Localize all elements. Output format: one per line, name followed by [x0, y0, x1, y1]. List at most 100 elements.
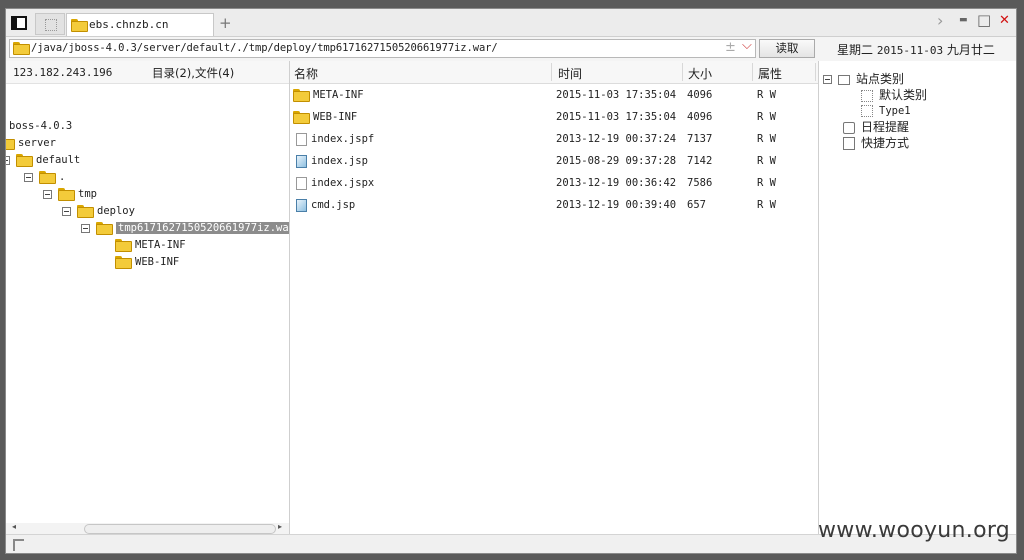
default-category-label: 默认类别	[879, 88, 928, 102]
column-header-name[interactable]: 名称	[294, 65, 318, 82]
type1-label: Type1	[879, 105, 911, 117]
add-tab-button[interactable]: +	[219, 14, 232, 32]
file-row[interactable]: index.jspf 2013-12-19 00:37:24 7137 R W	[290, 129, 818, 149]
tree-label: boss-4.0.3	[9, 120, 73, 132]
plus-minus-icon[interactable]: ±	[725, 40, 736, 55]
folder-icon	[293, 111, 310, 124]
tree-label: server	[18, 137, 56, 149]
tree-item-web-inf[interactable]: WEB-INF	[115, 254, 179, 270]
scroll-thumb[interactable]	[84, 524, 276, 534]
file-time: 2015-11-03 17:35:04	[556, 89, 677, 101]
file-size: 4096	[687, 111, 713, 123]
file-manager-window: ebs.chnzb.cn + › ▬ □ ✕ /java/jboss-4.0.3…	[5, 8, 1017, 554]
collapse-icon[interactable]	[24, 172, 33, 182]
site-category-label: 站点类别	[856, 72, 905, 86]
folder-icon	[115, 256, 132, 269]
weekday: 星期二	[837, 43, 874, 57]
tree-item-site-category[interactable]: 站点类别	[823, 72, 904, 87]
folder-icon	[58, 188, 75, 201]
scroll-right-icon[interactable]: ▸	[278, 522, 282, 531]
collapse-icon[interactable]	[43, 189, 52, 199]
folder-icon	[71, 19, 88, 32]
folder-icon	[39, 171, 56, 184]
tree-label: META-INF	[135, 239, 186, 251]
address-path[interactable]: /java/jboss-4.0.3/server/default/./tmp/d…	[31, 42, 498, 54]
tree-item-schedule[interactable]: 日程提醒	[843, 120, 909, 135]
file-attr: R W	[757, 111, 776, 123]
tab-blank[interactable]	[35, 13, 65, 35]
tree-item-meta-inf[interactable]: META-INF	[115, 237, 186, 253]
maximize-button[interactable]: □	[977, 11, 991, 29]
file-row[interactable]: cmd.jsp 2013-12-19 00:39:40 657 R W	[290, 195, 818, 215]
file-attr: R W	[757, 89, 776, 101]
close-button[interactable]: ✕	[999, 13, 1010, 28]
file-row[interactable]: index.jsp 2015-08-29 09:37:28 7142 R W	[290, 151, 818, 171]
tree-header: 123.182.243.196 目录(2),文件(4)	[6, 61, 289, 84]
tree-item-shortcuts[interactable]: 快捷方式	[843, 136, 909, 151]
folder-icon	[13, 42, 30, 55]
lunar-date: 九月廿二	[946, 43, 995, 57]
file-size: 7142	[687, 155, 713, 167]
file-name: index.jsp	[311, 155, 368, 167]
collapse-icon[interactable]	[823, 75, 832, 84]
collapse-icon[interactable]	[81, 223, 90, 233]
schedule-label: 日程提醒	[861, 120, 910, 134]
read-button[interactable]: 读取	[759, 39, 815, 58]
folder-icon	[77, 205, 94, 218]
tree-label: default	[36, 154, 81, 166]
tree-item-boss[interactable]: boss-4.0.3	[9, 118, 72, 134]
minimize-button[interactable]: ▬	[959, 15, 968, 25]
file-row[interactable]: META-INF 2015-11-03 17:35:04 4096 R W	[290, 85, 818, 105]
category-icon	[838, 74, 850, 85]
date-display: 星期二 2015-11-03 九月廿二	[837, 41, 995, 58]
chevron-down-icon[interactable]: ⌵	[742, 38, 752, 53]
tree-item-dot[interactable]: .	[24, 169, 65, 185]
file-attr: R W	[757, 155, 776, 167]
shortcut-icon	[843, 137, 855, 150]
tree-label: WEB-INF	[135, 256, 180, 268]
folder-icon	[96, 222, 113, 235]
file-attr: R W	[757, 199, 776, 211]
tree-item-tmp[interactable]: tmp	[43, 186, 97, 202]
blank-page-icon	[45, 19, 57, 31]
tree-label: .	[59, 171, 66, 183]
panel-toggle-icon[interactable]	[11, 16, 27, 30]
file-row[interactable]: index.jspx 2013-12-19 00:36:42 7586 R W	[290, 173, 818, 193]
file-size: 7586	[687, 177, 713, 189]
tree-label: deploy	[97, 205, 135, 217]
address-bar[interactable]: /java/jboss-4.0.3/server/default/./tmp/d…	[9, 38, 756, 58]
file-size: 4096	[687, 89, 713, 101]
watermark: www.wooyun.org	[818, 518, 1011, 543]
file-row[interactable]: WEB-INF 2015-11-03 17:35:04 4096 R W	[290, 107, 818, 127]
clock-icon	[843, 121, 855, 134]
category-icon	[861, 89, 873, 102]
tab-active[interactable]: ebs.chnzb.cn	[66, 13, 214, 36]
column-header-attr[interactable]: 属性	[758, 65, 782, 82]
status-icon	[13, 539, 24, 551]
tree-item-war[interactable]: tmp6171627150520661977iz.war	[81, 220, 289, 236]
file-icon	[296, 132, 307, 146]
tree-item-default[interactable]: default	[6, 152, 80, 168]
file-name: index.jspf	[311, 133, 375, 145]
forward-icon[interactable]: ›	[937, 11, 943, 30]
file-size: 7137	[687, 133, 713, 145]
tree-item-server[interactable]: server	[6, 135, 56, 151]
column-header-time[interactable]: 时间	[558, 65, 582, 82]
column-header-size[interactable]: 大小	[688, 65, 712, 82]
folder-icon	[16, 154, 33, 167]
collapse-icon[interactable]	[6, 155, 10, 165]
file-attr: R W	[757, 177, 776, 189]
shortcuts-label: 快捷方式	[861, 136, 910, 150]
file-icon	[296, 176, 307, 190]
collapse-icon[interactable]	[62, 206, 71, 216]
tree-item-default-category[interactable]: 默认类别	[861, 88, 927, 103]
scroll-left-icon[interactable]: ◂	[12, 522, 16, 531]
horizontal-scrollbar[interactable]: ◂ ▸	[6, 522, 289, 534]
tab-label: ebs.chnzb.cn	[89, 18, 169, 31]
file-time: 2013-12-19 00:39:40	[556, 199, 677, 211]
file-name: cmd.jsp	[311, 199, 356, 211]
file-name: index.jspx	[311, 177, 375, 189]
tree-item-type1[interactable]: Type1	[861, 104, 911, 119]
tree-item-deploy[interactable]: deploy	[62, 203, 135, 219]
file-name: WEB-INF	[313, 111, 358, 123]
